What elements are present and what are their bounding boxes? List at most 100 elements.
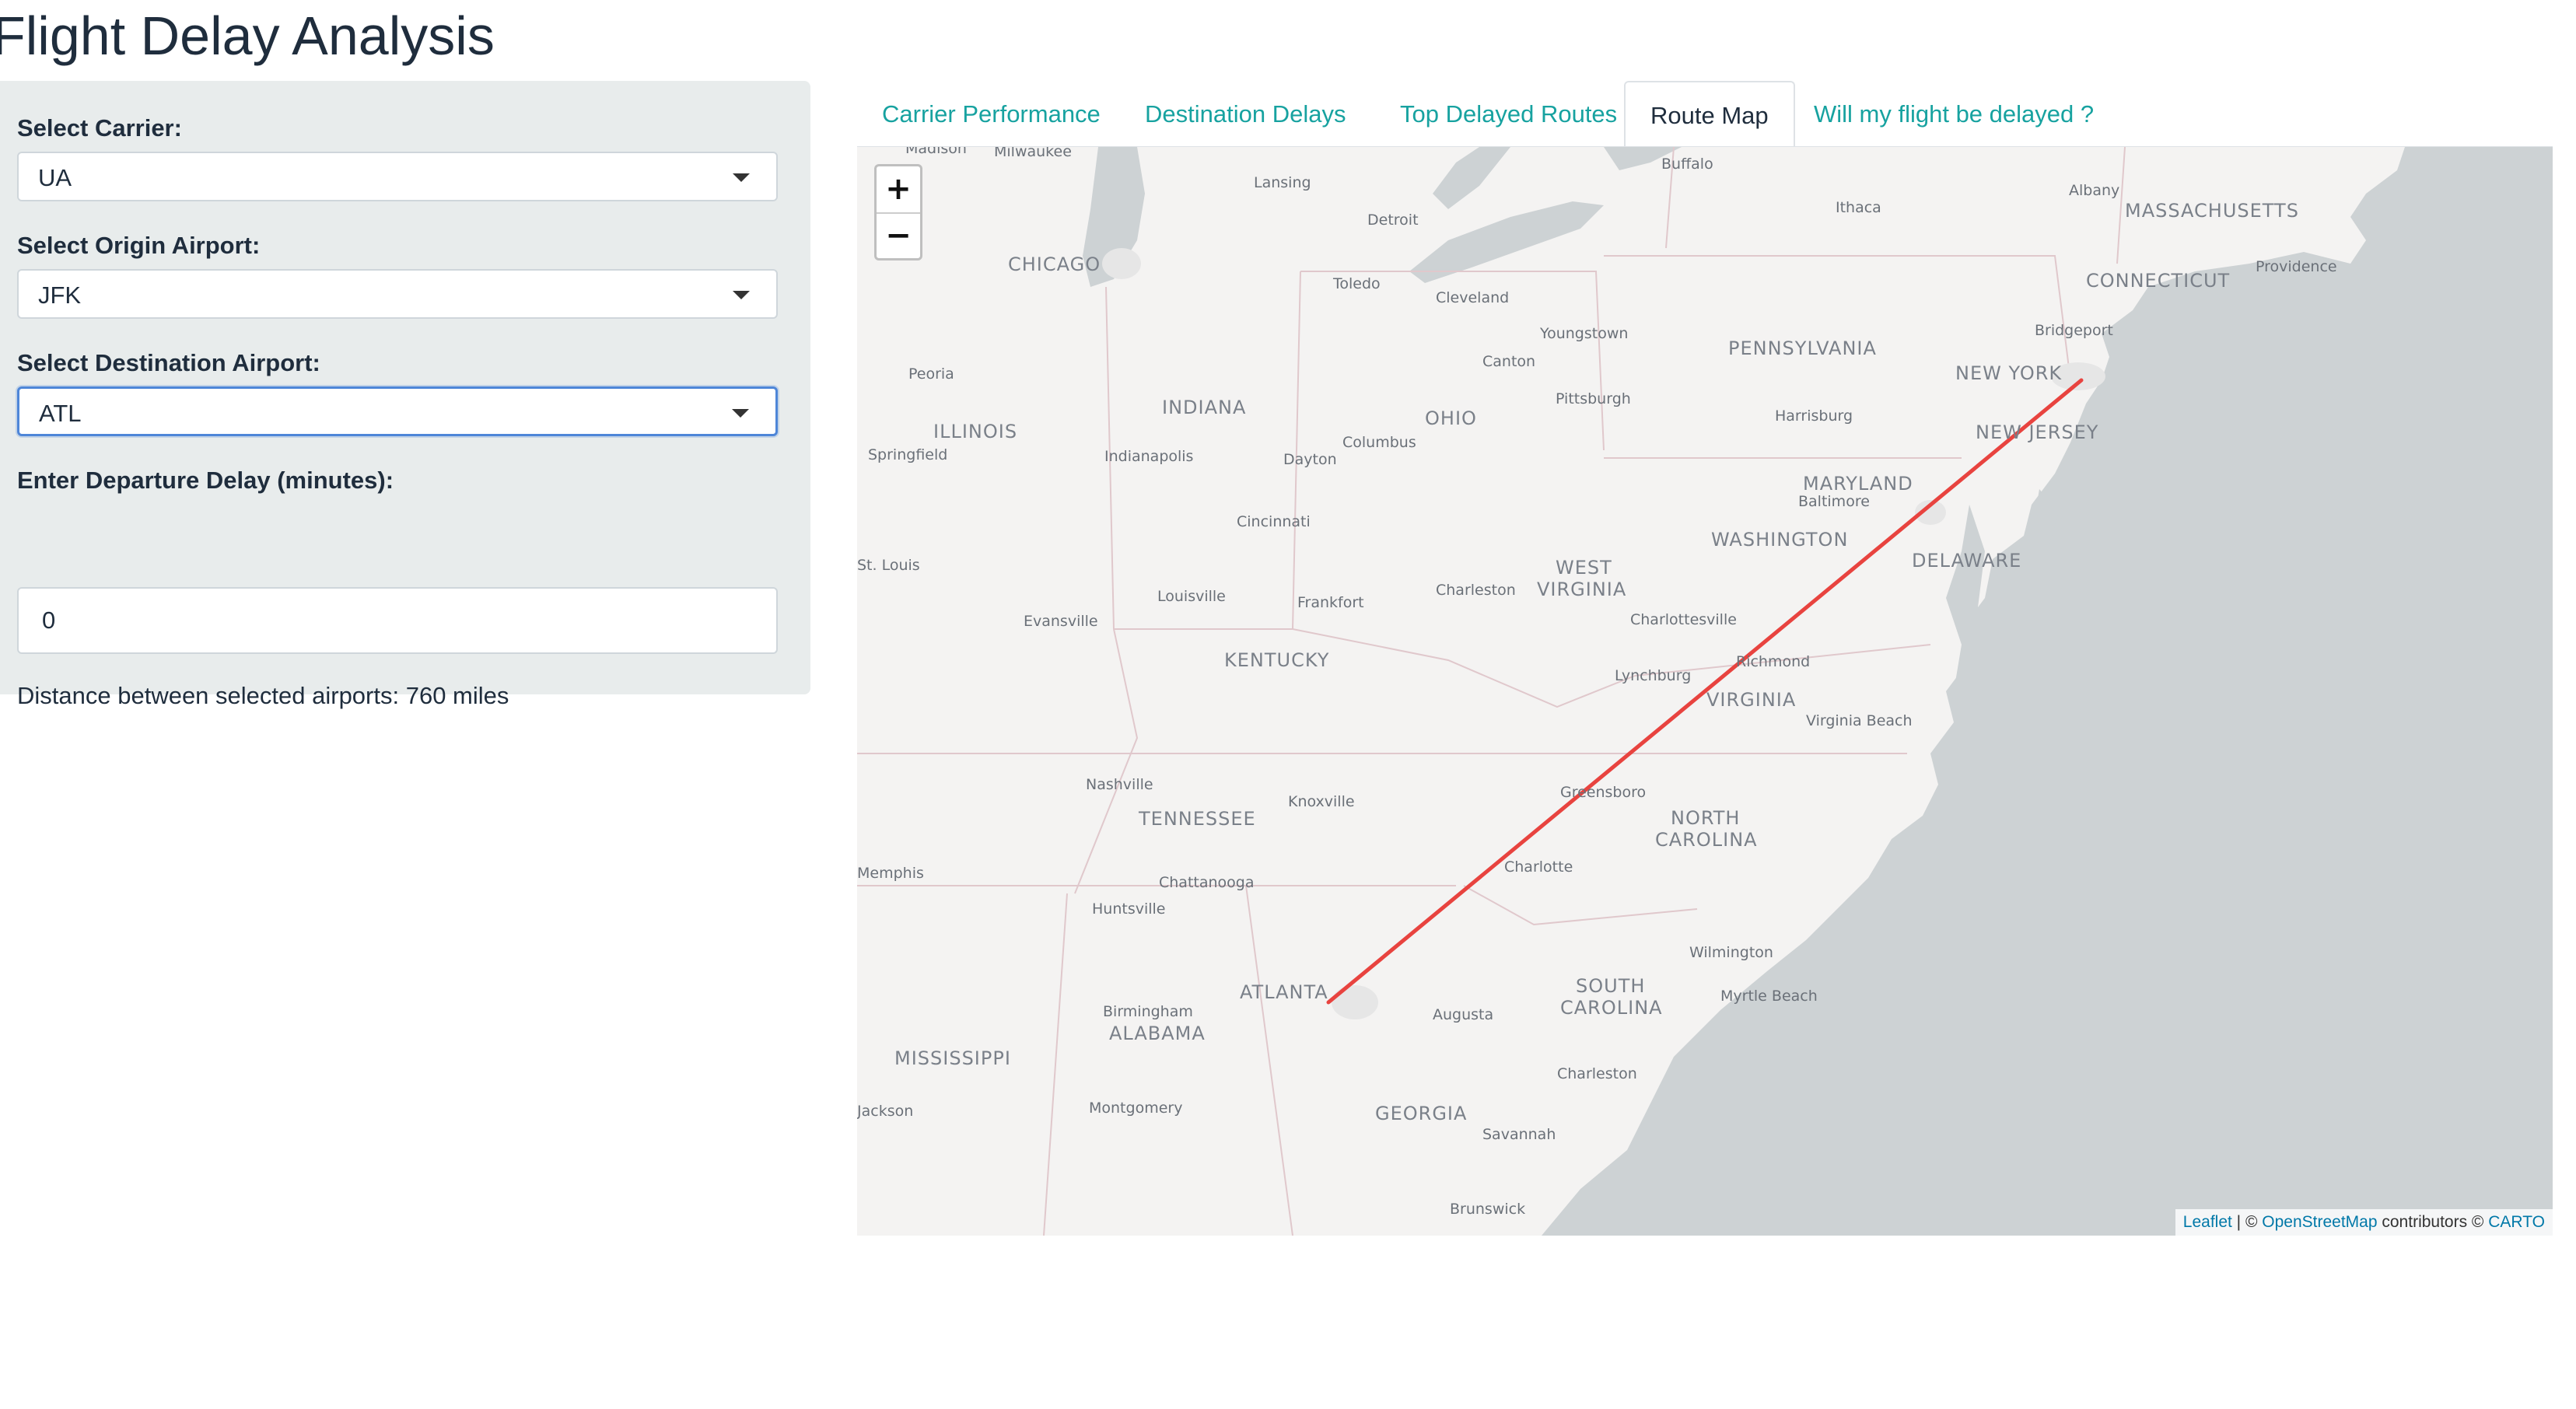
map-label: SOUTH [1576,975,1645,997]
map-label: ATLANTA [1240,981,1328,1003]
sidebar-panel: Select Carrier: UA Select Origin Airport… [0,81,810,709]
map-label: Indianapolis [1104,448,1193,465]
chevron-down-icon [733,173,750,182]
attribution-separator: | © [2231,1213,2263,1231]
map-label: Lynchburg [1615,667,1691,684]
openstreetmap-link[interactable]: OpenStreetMap [2262,1213,2377,1231]
map-label: Wilmington [1689,944,1773,961]
tab-route-map[interactable]: Route Map [1624,81,1795,148]
map-label: TENNESSEE [1138,808,1256,830]
map-label: WEST [1556,557,1612,579]
map-label: Harrisburg [1775,407,1853,425]
map-label: Buffalo [1661,156,1713,173]
map-label: Virginia Beach [1806,712,1913,729]
map-label: Cleveland [1436,289,1509,306]
tab-carrier-performance[interactable]: Carrier Performance [857,81,1125,148]
map-label: Birmingham [1103,1003,1193,1020]
tab-top-delayed-routes[interactable]: Top Delayed Routes [1375,81,1642,148]
route-map[interactable]: MASSACHUSETTS CONNECTICUT PENNSYLVANIA N… [857,147,2553,1236]
zoom-control: + − [874,164,922,260]
delay-input[interactable] [17,587,778,654]
map-label: INDIANA [1162,397,1246,418]
map-label: GEORGIA [1375,1103,1467,1124]
map-label: OHIO [1425,407,1477,429]
map-label: Milwaukee [994,147,1072,160]
map-label: Charleston [1557,1065,1637,1082]
zoom-out-button[interactable]: − [877,213,920,259]
map-label: Cincinnati [1237,513,1311,530]
map-label: Detroit [1367,212,1419,229]
map-basemap: MASSACHUSETTS CONNECTICUT PENNSYLVANIA N… [857,147,2553,1236]
tab-bar: Carrier Performance Destination Delays T… [857,81,2553,148]
map-label: NEW JERSEY [1976,421,2098,443]
map-label: Louisville [1157,588,1226,605]
map-label: Savannah [1482,1126,1556,1143]
map-label: CONNECTICUT [2086,270,2230,292]
leaflet-link[interactable]: Leaflet [2183,1213,2232,1231]
map-label: Huntsville [1092,900,1166,918]
map-label: Toledo [1332,275,1381,292]
map-label: PENNSYLVANIA [1728,337,1877,359]
carrier-select-value: UA [38,164,72,191]
zoom-in-button[interactable]: + [877,166,920,214]
map-label: Augusta [1433,1006,1493,1023]
map-label: Dayton [1283,451,1337,468]
map-label: Chattanooga [1159,874,1255,891]
map-label: Youngstown [1539,325,1628,342]
map-label: Frankfort [1297,594,1364,611]
map-label: WASHINGTON [1711,529,1848,551]
origin-select-value: JFK [38,281,82,309]
map-label: MISSISSIPPI [894,1047,1011,1069]
carrier-label: Select Carrier: [17,114,182,142]
map-label: CHICAGO [1008,253,1101,275]
map-label: St. Louis [857,557,920,574]
map-label: Jackson [857,1103,913,1120]
map-attribution: Leaflet | © OpenStreetMap contributors ©… [2175,1209,2553,1236]
map-label: MASSACHUSETTS [2125,200,2299,222]
map-label: Knoxville [1288,793,1355,810]
destination-select-value: ATL [39,400,82,427]
map-label: Columbus [1342,434,1416,451]
map-label: Canton [1482,353,1535,370]
map-label: Charleston [1436,582,1516,599]
chevron-down-icon [732,409,749,418]
map-label: Memphis [857,865,924,882]
origin-label: Select Origin Airport: [17,232,261,259]
atlantic-ocean [1542,147,2553,1236]
map-label: KENTUCKY [1224,649,1329,671]
destination-select[interactable]: ATL [17,386,778,436]
map-label: Evansville [1024,613,1098,630]
map-label: CAROLINA [1655,829,1758,851]
map-label: Peoria [908,365,954,383]
map-label: MARYLAND [1803,473,1913,495]
origin-select[interactable]: JFK [17,269,778,319]
map-label: NORTH [1671,807,1740,829]
map-label: Madison [905,147,967,157]
map-label: VIRGINIA [1706,689,1796,711]
tab-destination-delays[interactable]: Destination Delays [1120,81,1370,148]
map-label: Nashville [1086,776,1153,793]
carto-link[interactable]: CARTO [2488,1213,2545,1231]
map-label: ILLINOIS [933,421,1017,442]
delay-label: Enter Departure Delay (minutes): [17,467,394,494]
lake-huron [1433,147,1510,209]
destination-label: Select Destination Airport: [17,349,320,376]
map-label: Albany [2069,182,2119,199]
carrier-select[interactable]: UA [17,152,778,201]
map-label: Ithaca [1836,199,1881,216]
map-label: Charlottesville [1630,611,1737,628]
map-label: Richmond [1736,653,1810,670]
map-label: Pittsburgh [1556,390,1631,407]
map-label: Charlotte [1504,858,1573,876]
map-label: Myrtle Beach [1720,988,1818,1005]
map-label: Providence [2256,258,2337,275]
tab-will-my-flight-be-delayed[interactable]: Will my flight be delayed ? [1789,81,2119,148]
map-label: ALABAMA [1109,1023,1206,1044]
map-label: Bridgeport [2035,322,2113,339]
map-label: CAROLINA [1560,997,1663,1019]
chevron-down-icon [733,291,750,299]
map-label: DELAWARE [1912,550,2021,572]
map-label: Montgomery [1089,1100,1182,1117]
map-label: Greensboro [1560,784,1646,801]
distance-text: Distance between selected airports: 760 … [17,682,509,709]
